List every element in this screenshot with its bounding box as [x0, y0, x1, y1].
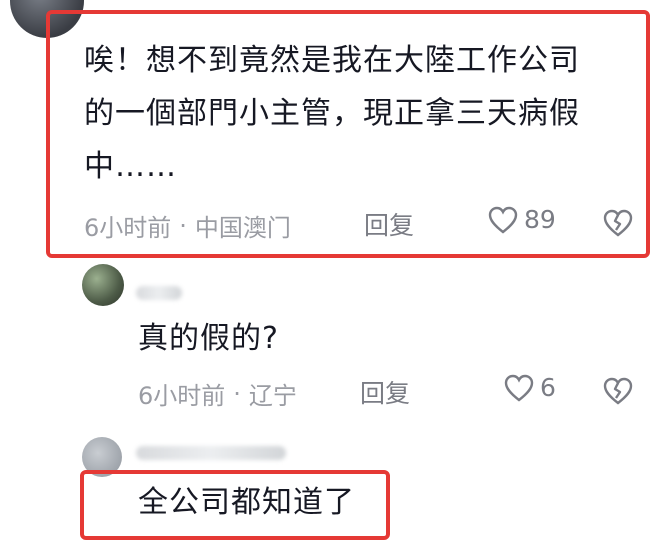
meta-separator: ·: [233, 379, 241, 408]
main-comment-location: 中国澳门: [194, 214, 291, 242]
blurred-username-2: [136, 446, 286, 460]
reply-2-text: 全公司都知道了: [138, 485, 355, 520]
main-comment-time: 6小时前: [84, 214, 172, 242]
main-comment-text: 唉！想不到竟然是我在大陸工作公司 的一個部門小主管，現正拿三天病假 中……: [84, 34, 580, 193]
reply-1-meta: 6小时前 · 辽宁: [138, 376, 297, 411]
main-comment-line-2: 的一個部門小主管，現正拿三天病假: [84, 96, 580, 131]
reply-1-time: 6小时前: [138, 382, 226, 410]
main-comment-line-1: 唉！想不到竟然是我在大陸工作公司: [84, 43, 580, 78]
reply-1-location: 辽宁: [248, 382, 297, 410]
avatar-replier-1[interactable]: [82, 264, 124, 306]
broken-heart-icon[interactable]: [602, 376, 634, 406]
blurred-username-1: [136, 286, 182, 300]
main-comment-meta: 6小时前 · 中国澳门: [84, 208, 291, 243]
reply-1-like-button[interactable]: 6: [504, 373, 556, 402]
main-comment-line-3: 中……: [84, 149, 177, 184]
meta-separator: ·: [179, 211, 187, 240]
heart-outline-icon: [504, 374, 534, 402]
reply-1-reply-button[interactable]: 回复: [360, 374, 410, 410]
reply-1-like-count: 6: [540, 373, 556, 402]
main-comment-like-button[interactable]: 89: [488, 205, 556, 234]
reply-1-text: 真的假的?: [138, 321, 279, 356]
main-comment-like-count: 89: [524, 205, 556, 234]
broken-heart-icon[interactable]: [602, 208, 634, 238]
heart-outline-icon: [488, 206, 518, 234]
main-comment-reply-button[interactable]: 回复: [364, 206, 414, 242]
